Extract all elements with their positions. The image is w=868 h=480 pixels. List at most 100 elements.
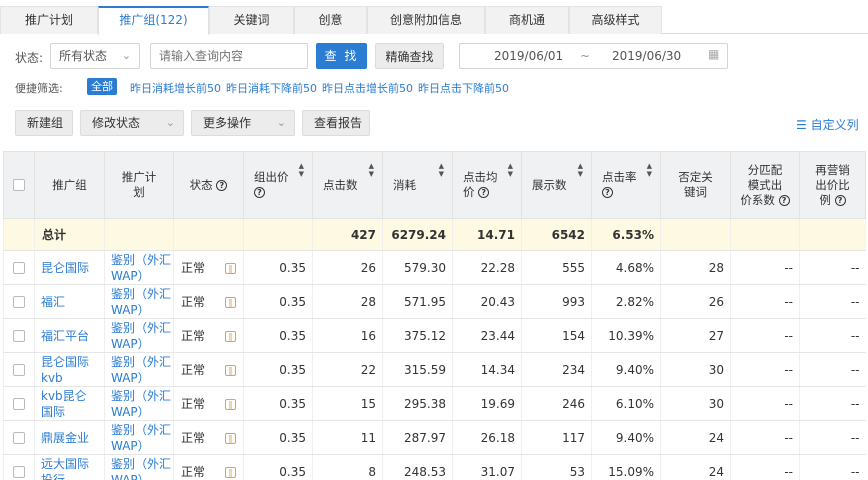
pause-icon[interactable]: ‖ <box>225 433 237 444</box>
remarketing-ratio-cell: -- <box>799 250 866 285</box>
sort-icon[interactable]: ▲ ▼ <box>647 162 652 178</box>
total-ctr: 6.53% <box>591 218 661 251</box>
modify-status-dropdown[interactable]: 修改状态 ⌄ <box>80 110 184 136</box>
pause-icon[interactable]: ‖ <box>225 297 237 308</box>
bid-cell[interactable]: 0.35 <box>243 352 313 387</box>
group-name-link[interactable]: 福汇平台 <box>34 318 105 353</box>
select-all-checkbox[interactable] <box>13 179 25 191</box>
impressions-cell: 246 <box>521 386 592 421</box>
search-input[interactable] <box>150 43 308 69</box>
pause-icon[interactable]: ‖ <box>225 365 237 376</box>
bid-cell[interactable]: 0.35 <box>243 454 313 480</box>
row-checkbox[interactable] <box>13 262 25 274</box>
match-coefficient-cell: -- <box>730 250 800 285</box>
header-match-coefficient: 分匹配 模式出 价系数 ? <box>730 151 800 219</box>
header-bid[interactable]: 组出价? ▲ ▼ <box>243 151 313 219</box>
custom-columns-label: 自定义列 <box>810 118 859 132</box>
quick-filter-cost-up[interactable]: 昨日消耗增长前50 <box>130 80 221 96</box>
row-select-cell <box>3 386 35 421</box>
bid-cell[interactable]: 0.35 <box>243 386 313 421</box>
negative-keywords-cell[interactable]: 28 <box>660 250 731 285</box>
date-start: 2019/06/01 <box>494 49 564 63</box>
negative-keywords-cell[interactable]: 30 <box>660 386 731 421</box>
quick-filter-click-up[interactable]: 昨日点击增长前50 <box>322 80 413 96</box>
match-coefficient-cell: -- <box>730 284 800 319</box>
header-ctr[interactable]: 点击率? ▲ ▼ <box>591 151 661 219</box>
row-select-cell <box>3 318 35 353</box>
bid-cell[interactable]: 0.35 <box>243 318 313 353</box>
sort-icon[interactable]: ▲ ▼ <box>439 162 444 178</box>
row-select-cell <box>3 284 35 319</box>
plan-name-link[interactable]: 鉴别（外汇 WAP） <box>104 318 174 353</box>
sort-icon[interactable]: ▲ ▼ <box>508 162 513 178</box>
pause-icon[interactable]: ‖ <box>225 263 237 274</box>
exact-search-button[interactable]: 精确查找 <box>375 43 444 69</box>
search-button[interactable]: 查 找 <box>316 43 367 69</box>
new-group-button[interactable]: 新建组 <box>15 110 73 136</box>
tab-creative-extras[interactable]: 创意附加信息 <box>367 6 485 34</box>
help-icon[interactable]: ? <box>478 187 490 198</box>
tab-plans[interactable]: 推广计划 <box>0 6 98 34</box>
group-name-link[interactable]: 远大国际 投行 <box>34 454 105 480</box>
help-icon[interactable]: ? <box>778 194 790 206</box>
row-checkbox[interactable] <box>13 466 25 478</box>
sort-icon[interactable]: ▲ ▼ <box>369 162 374 178</box>
help-icon[interactable]: ? <box>602 187 613 198</box>
tab-creatives[interactable]: 创意 <box>294 6 367 34</box>
total-row: 总计 427 6279.24 14.71 6542 6.53% <box>3 218 866 251</box>
calendar-icon: ▦ <box>708 47 720 61</box>
negative-keywords-cell[interactable]: 27 <box>660 318 731 353</box>
header-cpc[interactable]: 点击均价 ? ▲ ▼ <box>452 151 522 219</box>
plan-name-link[interactable]: 鉴别（外汇 WAP） <box>104 284 174 319</box>
help-icon[interactable]: ? <box>834 194 846 206</box>
negative-keywords-cell[interactable]: 24 <box>660 454 731 480</box>
bid-cell[interactable]: 0.35 <box>243 420 313 455</box>
help-icon[interactable]: ? <box>254 187 265 198</box>
quick-filter-all[interactable]: 全部 <box>87 78 117 95</box>
plan-name-link[interactable]: 鉴别（外汇 WAP） <box>104 352 174 387</box>
tab-advanced-style[interactable]: 高级样式 <box>569 6 662 34</box>
bid-cell[interactable]: 0.35 <box>243 284 313 319</box>
group-name-link[interactable]: kvb昆仑 国际 <box>34 386 105 421</box>
row-checkbox[interactable] <box>13 398 25 410</box>
group-name-link[interactable]: 鼎展金业 <box>34 420 105 455</box>
cost-cell: 295.38 <box>382 386 453 421</box>
bid-cell[interactable]: 0.35 <box>243 250 313 285</box>
group-name-link[interactable]: 昆仑国际 kvb <box>34 352 105 387</box>
tab-keywords[interactable]: 关键词 <box>209 6 294 34</box>
quick-filter-cost-down[interactable]: 昨日消耗下降前50 <box>226 80 317 96</box>
pause-icon[interactable]: ‖ <box>225 467 237 478</box>
custom-columns-link[interactable]: ☰ 自定义列 <box>796 116 859 133</box>
row-checkbox[interactable] <box>13 296 25 308</box>
status-select[interactable]: 所有状态 ⌄ <box>50 43 140 69</box>
date-range-picker[interactable]: 2019/06/01 ~ 2019/06/30 ▦ <box>459 43 728 69</box>
date-separator: ~ <box>580 49 591 63</box>
row-checkbox[interactable] <box>13 330 25 342</box>
header-impressions[interactable]: 展示数 ▲ ▼ <box>521 151 592 219</box>
tab-groups[interactable]: 推广组(122) <box>98 6 209 35</box>
plan-name-link[interactable]: 鉴别（外汇 WAP） <box>104 454 174 480</box>
tab-business[interactable]: 商机通 <box>485 6 569 34</box>
select-all-cell <box>3 151 35 219</box>
plan-name-link[interactable]: 鉴别（外汇 WAP） <box>104 250 174 285</box>
negative-keywords-cell[interactable]: 24 <box>660 420 731 455</box>
sort-icon[interactable]: ▲ ▼ <box>578 162 583 178</box>
more-ops-dropdown[interactable]: 更多操作 ⌄ <box>191 110 295 136</box>
sort-icon[interactable]: ▲ ▼ <box>299 162 304 178</box>
header-cost[interactable]: 消耗 ▲ ▼ <box>382 151 453 219</box>
row-checkbox[interactable] <box>13 364 25 376</box>
negative-keywords-cell[interactable]: 30 <box>660 352 731 387</box>
row-checkbox[interactable] <box>13 432 25 444</box>
help-icon[interactable]: ? <box>216 179 228 191</box>
pause-icon[interactable]: ‖ <box>225 331 237 342</box>
negative-keywords-cell[interactable]: 26 <box>660 284 731 319</box>
status-cell: 正常 ‖ <box>173 454 244 480</box>
quick-filter-click-down[interactable]: 昨日点击下降前50 <box>418 80 509 96</box>
group-name-link[interactable]: 福汇 <box>34 284 105 319</box>
view-report-button[interactable]: 查看报告 <box>302 110 370 136</box>
header-clicks[interactable]: 点击数 ▲ ▼ <box>312 151 383 219</box>
plan-name-link[interactable]: 鉴别（外汇 WAP） <box>104 420 174 455</box>
plan-name-link[interactable]: 鉴别（外汇 WAP） <box>104 386 174 421</box>
pause-icon[interactable]: ‖ <box>225 399 237 410</box>
group-name-link[interactable]: 昆仑国际 <box>34 250 105 285</box>
